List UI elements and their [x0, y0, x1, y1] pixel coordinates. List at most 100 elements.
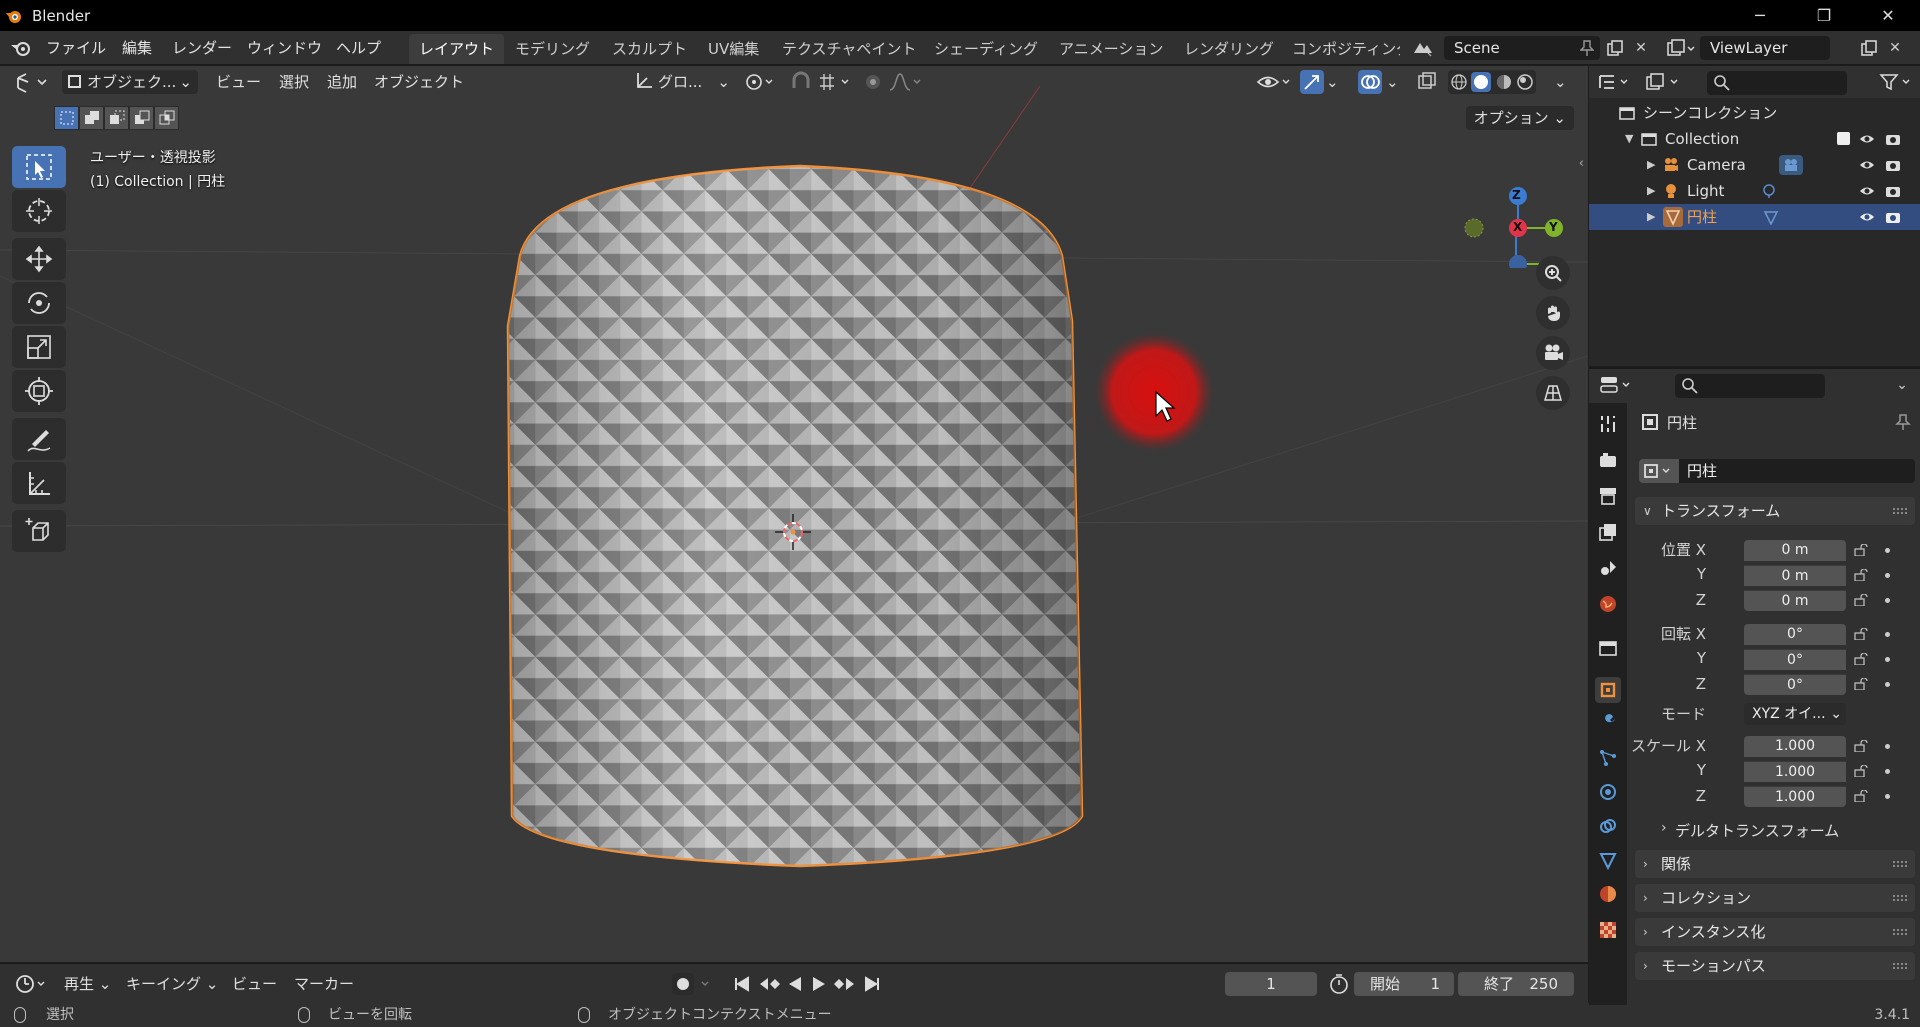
texture-tab-icon[interactable]	[1595, 917, 1621, 943]
new-view-layer-icon[interactable]	[1858, 37, 1880, 59]
pin-icon[interactable]	[1576, 37, 1598, 59]
maximize-button[interactable]: ❐	[1792, 0, 1856, 31]
eye-icon[interactable]	[1859, 209, 1875, 225]
keyframe-location-z-icon[interactable]	[1885, 598, 1890, 603]
sidebar-toggle-icon[interactable]: ‹	[1579, 156, 1584, 171]
drag-handle-icon[interactable]	[1893, 929, 1907, 935]
annotate-tool[interactable]	[12, 418, 66, 460]
current-frame-field[interactable]: 1	[1225, 972, 1317, 996]
physics-tab-icon[interactable]	[1595, 779, 1621, 805]
menu-edit[interactable]: 編集	[120, 37, 154, 59]
material-tab-icon[interactable]	[1595, 881, 1621, 907]
camera-render-icon[interactable]	[1885, 131, 1901, 147]
eye-icon[interactable]	[1859, 131, 1875, 147]
play-reverse-icon[interactable]	[784, 972, 806, 996]
instancing-panel-header[interactable]: › インスタンス化	[1635, 918, 1915, 946]
tab-modeling[interactable]: モデリング	[505, 34, 600, 64]
menu-render[interactable]: レンダー	[170, 37, 234, 59]
lock-scale-z-icon[interactable]	[1854, 790, 1868, 802]
expand-arrow-icon[interactable]: ▼	[1625, 126, 1633, 152]
select-intersect-icon[interactable]	[154, 106, 179, 130]
lock-rotation-y-icon[interactable]	[1854, 653, 1868, 665]
drag-handle-icon[interactable]	[1893, 963, 1907, 969]
perspective-toggle-icon[interactable]	[1536, 376, 1570, 410]
camera-view-icon[interactable]	[1536, 336, 1570, 370]
delete-scene-icon[interactable]: ✕	[1630, 37, 1652, 59]
lock-rotation-z-icon[interactable]	[1854, 678, 1868, 690]
tool-tab-icon[interactable]	[1595, 411, 1621, 437]
next-keyframe-icon[interactable]	[832, 972, 858, 996]
axis-gizmo[interactable]	[1456, 148, 1576, 268]
tab-layout[interactable]: レイアウト	[409, 34, 505, 64]
visibility-icon[interactable]	[1256, 70, 1296, 94]
scene-collection-row[interactable]: シーンコレクション	[1589, 100, 1920, 126]
select-box-tool[interactable]	[12, 146, 66, 188]
3d-viewport[interactable]: オブジェク... ⌄ ビュー 選択 追加 オブジェクト グロ... ⌄ ⌄ ⌄ …	[0, 66, 1588, 962]
lock-location-y-icon[interactable]	[1854, 569, 1868, 581]
object-mode-dropdown[interactable]: オブジェク... ⌄	[62, 70, 198, 94]
scale-tool[interactable]	[12, 326, 66, 368]
jump-start-icon[interactable]	[730, 972, 754, 996]
tab-animation[interactable]: アニメーション	[1049, 34, 1173, 64]
collections-panel-header[interactable]: › コレクション	[1635, 884, 1915, 912]
mesh-data-icon[interactable]	[1763, 209, 1779, 225]
select-extend-icon[interactable]	[79, 106, 104, 130]
preview-range-icon[interactable]	[1328, 972, 1352, 996]
add-cube-tool[interactable]	[12, 510, 66, 552]
output-tab-icon[interactable]	[1595, 483, 1621, 509]
particles-tab-icon[interactable]	[1595, 745, 1621, 771]
snap-icon[interactable]	[788, 70, 816, 94]
keyframe-rotation-x-icon[interactable]	[1885, 632, 1890, 637]
location-y-field[interactable]: 0 m	[1744, 565, 1846, 586]
expand-arrow-icon[interactable]: ▶	[1647, 204, 1655, 230]
keying-menu[interactable]: キーイング ⌄	[126, 972, 218, 996]
proportional-falloff-icon[interactable]	[888, 70, 924, 94]
object-data-tab-icon[interactable]	[1595, 847, 1621, 873]
viewport-menu-object[interactable]: オブジェクト	[374, 70, 464, 94]
timeline-editor-type-icon[interactable]	[14, 972, 50, 996]
eye-icon[interactable]	[1859, 157, 1875, 173]
display-mode-icon[interactable]	[1645, 71, 1685, 93]
proportional-editing-icon[interactable]	[862, 70, 884, 94]
camera-data-icon[interactable]	[1779, 155, 1803, 175]
outliner-row-cylinder[interactable]: ▶ 円柱	[1589, 204, 1920, 230]
snap-target-icon[interactable]	[816, 70, 856, 94]
viewport-menu-select[interactable]: 選択	[279, 70, 309, 94]
outliner-row-camera[interactable]: ▶ Camera	[1589, 152, 1920, 178]
eye-icon[interactable]	[1859, 183, 1875, 199]
tab-texture-paint[interactable]: テクスチャペイント	[772, 34, 926, 64]
scale-y-field[interactable]: 1.000	[1744, 761, 1846, 782]
tab-uv-editing[interactable]: UV編集	[698, 34, 769, 64]
overlays-toggle-icon[interactable]	[1358, 70, 1382, 94]
end-frame-field[interactable]: 終了 250	[1458, 972, 1574, 996]
outliner-row-light[interactable]: ▶ Light	[1589, 178, 1920, 204]
auto-keying-toggle[interactable]	[672, 972, 718, 996]
menu-help[interactable]: ヘルプ	[334, 37, 383, 59]
view-layer-selector-icon[interactable]	[1666, 37, 1696, 59]
lock-scale-x-icon[interactable]	[1854, 740, 1868, 752]
new-scene-icon[interactable]	[1604, 37, 1626, 59]
outliner-row-collection[interactable]: ▼ Collection	[1589, 126, 1920, 152]
jump-end-icon[interactable]	[860, 972, 884, 996]
keyframe-scale-z-icon[interactable]	[1885, 794, 1890, 799]
rotation-x-field[interactable]: 0°	[1744, 624, 1846, 645]
overlays-dropdown-icon[interactable]: ⌄	[1386, 70, 1402, 94]
rotation-y-field[interactable]: 0°	[1744, 649, 1846, 670]
properties-search-input[interactable]	[1675, 374, 1825, 398]
motion-paths-panel-header[interactable]: › モーションパス	[1635, 952, 1915, 980]
solid-shading-icon[interactable]	[1471, 72, 1492, 92]
camera-render-icon[interactable]	[1885, 183, 1901, 199]
transform-orientation-dropdown[interactable]: グロ... ⌄	[634, 70, 734, 94]
minimize-button[interactable]: ─	[1728, 0, 1792, 31]
close-button[interactable]: ✕	[1856, 0, 1920, 31]
filter-icon[interactable]	[1879, 71, 1915, 93]
light-data-icon[interactable]	[1761, 183, 1777, 199]
measure-tool[interactable]	[12, 462, 66, 504]
scale-z-field[interactable]: 1.000	[1744, 786, 1846, 807]
options-dropdown[interactable]: オプション ⌄	[1465, 106, 1574, 130]
camera-render-icon[interactable]	[1885, 209, 1901, 225]
keyframe-rotation-z-icon[interactable]	[1885, 682, 1890, 687]
shading-dropdown-icon[interactable]: ⌄	[1554, 70, 1570, 94]
playback-menu[interactable]: 再生 ⌄	[64, 972, 111, 996]
keyframe-scale-x-icon[interactable]	[1885, 744, 1890, 749]
